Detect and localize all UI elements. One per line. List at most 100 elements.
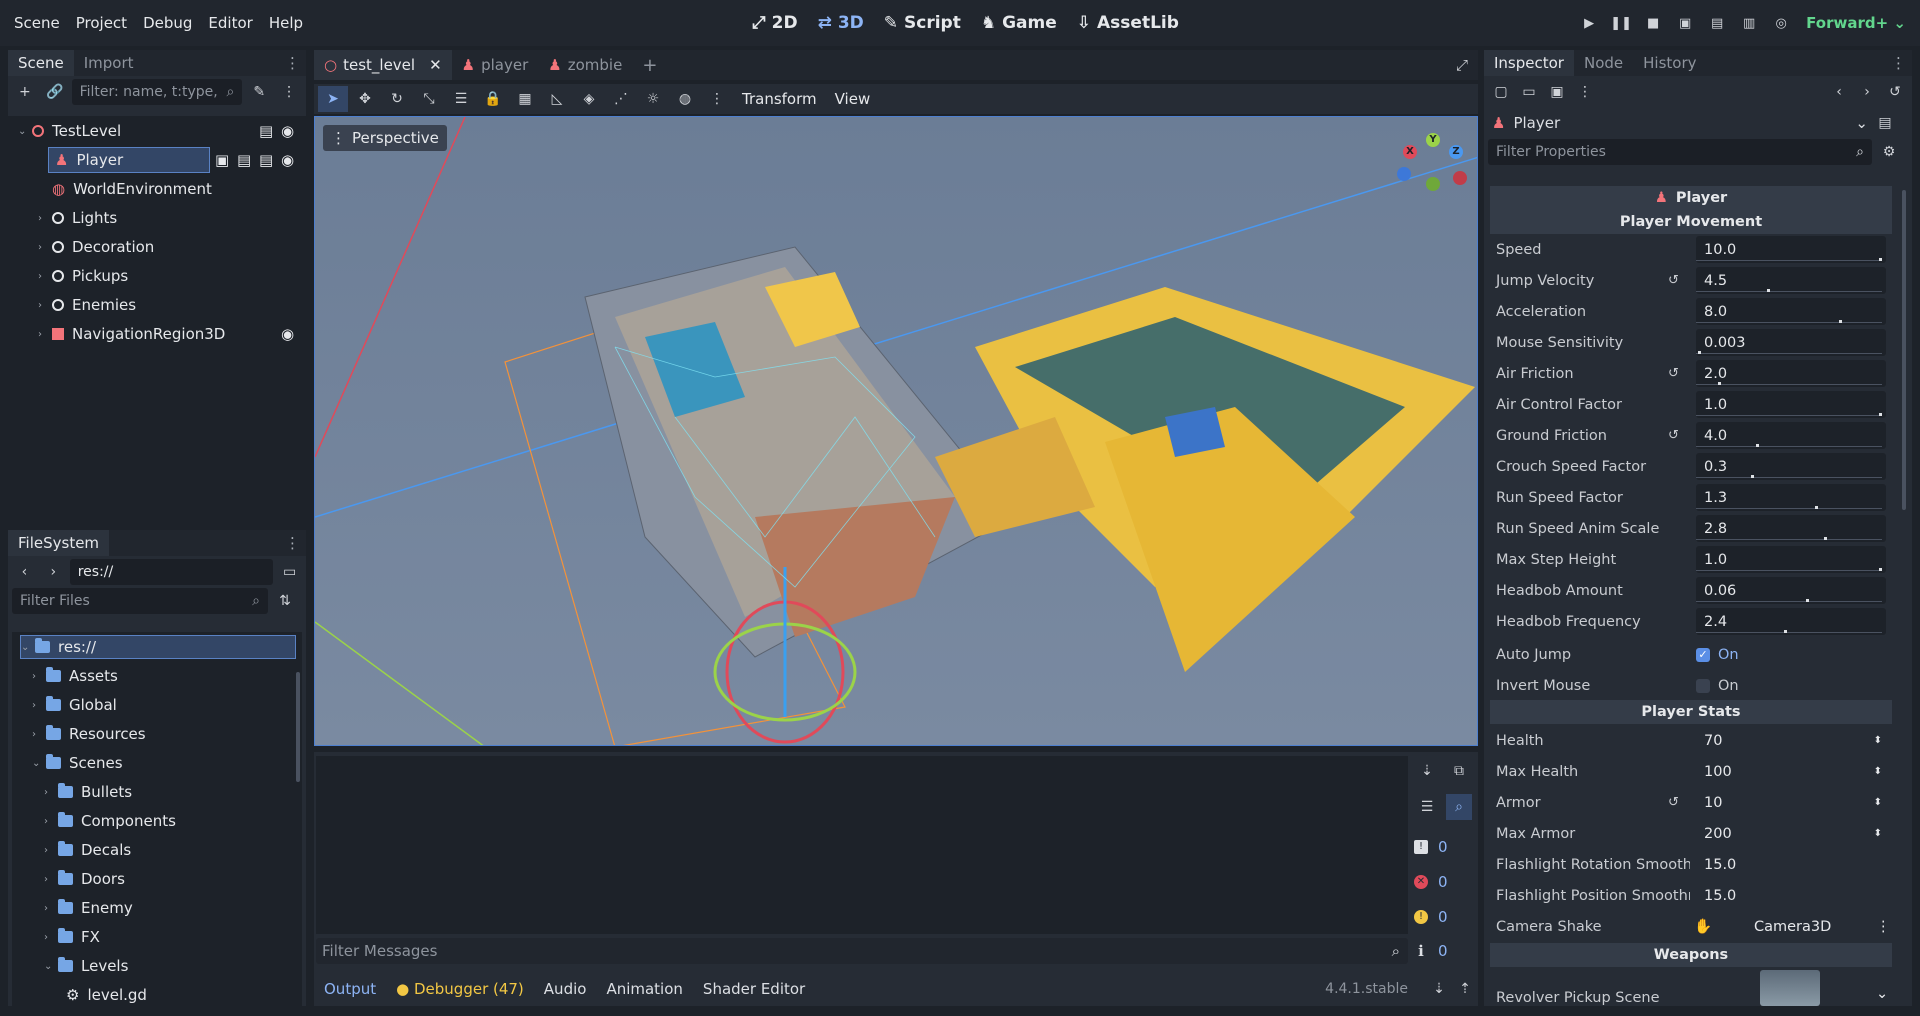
add-tab-button[interactable]: +	[632, 50, 667, 80]
scene-preview-thumbnail[interactable]	[1760, 970, 1820, 1006]
auto-jump-checkbox[interactable]: ✓ On	[1696, 647, 1739, 663]
tab-history[interactable]: History	[1633, 50, 1706, 76]
menu-dots-icon[interactable]: ⋮	[279, 54, 306, 72]
save-icon[interactable]: ▣	[1544, 79, 1570, 105]
spin-arrows-icon[interactable]: ⬍	[1874, 735, 1882, 746]
tree-node-testlevel[interactable]: ⌄ TestLevel ▤ ◉	[18, 119, 303, 143]
environment-icon[interactable]: ◍	[670, 86, 700, 112]
int-spinbox[interactable]: 100 ⬍	[1696, 758, 1886, 785]
link-icon[interactable]: 🔗	[42, 79, 68, 105]
tab-output[interactable]: Output	[314, 980, 386, 998]
file-item-resources[interactable]: › Resources	[32, 722, 146, 746]
file-item-decals[interactable]: › Decals	[44, 838, 131, 862]
int-spinbox[interactable]: 10 ⬍	[1696, 789, 1886, 816]
recent-history-icon[interactable]: ↺	[1882, 79, 1908, 105]
message-filter[interactable]: ! 0	[1414, 834, 1472, 860]
menu-dots-icon[interactable]: ⋮	[1885, 54, 1912, 72]
file-item-enemy[interactable]: › Enemy	[44, 896, 133, 920]
more-options-icon[interactable]: ⋮	[702, 86, 732, 112]
tree-node-decoration[interactable]: › Decoration	[38, 235, 154, 259]
mode-game-button[interactable]: ♞ Game	[973, 13, 1065, 33]
info-filter[interactable]: ℹ0	[1414, 938, 1472, 964]
expand-panel-icon[interactable]: ⇡	[1452, 976, 1478, 1002]
tab-import[interactable]: Import	[74, 50, 144, 76]
value-slider[interactable]: 10.0	[1696, 236, 1886, 263]
file-item-bullets[interactable]: › Bullets	[44, 780, 132, 804]
path-field[interactable]: res://	[69, 559, 274, 585]
revert-icon[interactable]: ↺	[1668, 273, 1679, 288]
invert-mouse-checkbox[interactable]: On	[1696, 678, 1739, 694]
move-tool-icon[interactable]: ✥	[350, 86, 380, 112]
tab-shader-editor[interactable]: Shader Editor	[693, 980, 815, 998]
script-icon[interactable]: ▤	[259, 122, 281, 140]
tab-animation[interactable]: Animation	[596, 980, 692, 998]
tab-filesystem[interactable]: FileSystem	[8, 530, 110, 556]
visibility-eye-icon[interactable]: ◉	[281, 122, 303, 140]
docs-icon[interactable]: ▤	[1872, 110, 1898, 136]
value-slider[interactable]: 2.0	[1696, 360, 1886, 387]
stop-icon[interactable]: ■	[1640, 10, 1666, 36]
tab-node[interactable]: Node	[1574, 50, 1633, 76]
tab-zombie[interactable]: ♟ zombie	[538, 50, 632, 80]
play-icon[interactable]: ▶	[1576, 10, 1602, 36]
value-slider[interactable]: 1.3	[1696, 484, 1886, 511]
spin-arrows-icon[interactable]: ⬍	[1874, 797, 1882, 808]
renderer-selector[interactable]: Forward+ ⌄	[1806, 14, 1906, 32]
error-filter[interactable]: ✕ 0	[1414, 869, 1472, 895]
filter-options-icon[interactable]: ⚙	[1876, 139, 1902, 165]
split-view-icon[interactable]: ▭	[277, 559, 302, 585]
tab-debugger[interactable]: ● Debugger (47)	[386, 980, 534, 998]
tree-node-enemies[interactable]: › Enemies	[38, 293, 136, 317]
more-options-icon[interactable]: ⋮	[1876, 919, 1891, 935]
axis-neg-y[interactable]	[1426, 177, 1440, 191]
flashlight-rotation-field[interactable]: 15.0	[1696, 851, 1886, 878]
menu-debug[interactable]: Debug	[135, 14, 200, 32]
file-item-scenes[interactable]: ⌄ Scenes	[32, 751, 123, 775]
new-resource-icon[interactable]: ▢	[1488, 79, 1514, 105]
file-filter-input[interactable]: Filter Files ⌕	[12, 588, 268, 614]
chevron-down-icon[interactable]: ⌄	[1876, 986, 1888, 1002]
select-tool-icon[interactable]: ➤	[318, 86, 348, 112]
tab-scene[interactable]: Scene	[8, 50, 74, 76]
axis-z[interactable]: Z	[1449, 145, 1463, 159]
value-slider[interactable]: 1.0	[1696, 391, 1886, 418]
tree-node-lights[interactable]: › Lights	[38, 206, 117, 230]
scene-filter-input[interactable]: Filter: name, t:type, ⌕	[71, 79, 243, 105]
spin-arrows-icon[interactable]: ⬍	[1874, 828, 1882, 839]
file-item-assets[interactable]: › Assets	[32, 664, 118, 688]
int-spinbox[interactable]: 70 ⬍	[1696, 727, 1886, 754]
file-item-res[interactable]: ⌄ res://	[20, 635, 296, 659]
close-icon[interactable]: ✕	[429, 56, 442, 74]
value-slider[interactable]: 0.003	[1696, 329, 1886, 356]
value-slider[interactable]: 8.0	[1696, 298, 1886, 325]
tab-player[interactable]: ♟ player	[452, 50, 539, 80]
file-item-level-gd[interactable]: ⚙ level.gd	[66, 983, 147, 1006]
file-item-doors[interactable]: › Doors	[44, 867, 125, 891]
distraction-free-icon[interactable]: ⤢	[1446, 56, 1478, 74]
snap-icon[interactable]: ⋰	[606, 86, 636, 112]
menu-scene[interactable]: Scene	[6, 14, 68, 32]
group-icon[interactable]: ▦	[510, 86, 540, 112]
flashlight-position-field[interactable]: 15.0	[1696, 882, 1886, 909]
sun-icon[interactable]: ☼	[638, 86, 668, 112]
property-filter-input[interactable]: Filter Properties ⌕	[1488, 138, 1872, 165]
scene-menu-icon[interactable]: ⋮	[276, 79, 302, 105]
clear-output-icon[interactable]: ⇣	[1414, 758, 1440, 784]
pause-icon[interactable]: ❚❚	[1608, 10, 1634, 36]
value-slider[interactable]: 2.4	[1696, 608, 1886, 635]
value-slider[interactable]: 1.0	[1696, 546, 1886, 573]
tree-node-player[interactable]: ♟ Player ▣ ▤ ▤ ◉	[38, 147, 303, 173]
movie-maker-icon[interactable]: ◎	[1768, 10, 1794, 36]
visibility-eye-icon[interactable]: ◉	[281, 151, 303, 169]
more-options-icon[interactable]: ⋮	[1572, 79, 1598, 105]
script-icon[interactable]: ▤	[259, 151, 281, 169]
view-menu[interactable]: View	[827, 90, 879, 108]
section-player-movement[interactable]: Player Movement	[1490, 210, 1892, 234]
camera-shake-value[interactable]: Camera3D	[1754, 919, 1831, 935]
ruler-icon[interactable]: ◺	[542, 86, 572, 112]
collapse-icon[interactable]: ☰	[1414, 794, 1440, 820]
tab-test-level[interactable]: ○ test_level ✕	[314, 50, 452, 80]
search-icon[interactable]: ⌕	[1446, 794, 1472, 820]
revert-icon[interactable]: ↺	[1668, 366, 1679, 381]
history-forward-icon[interactable]: ›	[1854, 79, 1880, 105]
